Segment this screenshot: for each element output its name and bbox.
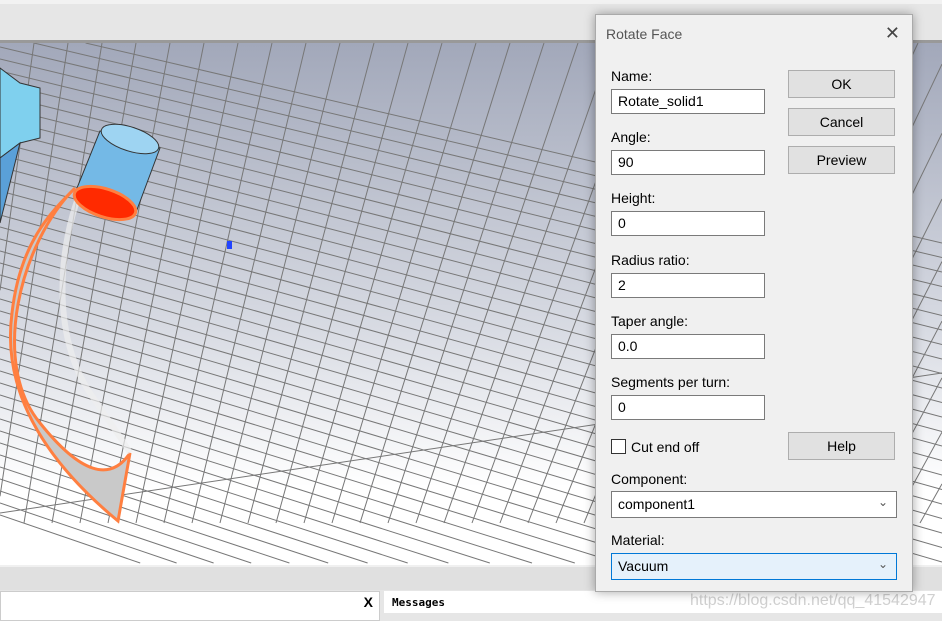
help-button[interactable]: Help [788, 432, 895, 460]
name-label: Name: [611, 68, 653, 84]
taper-angle-input[interactable]: 0.0 [611, 334, 765, 359]
height-input[interactable]: 0 [611, 211, 765, 236]
rotate-face-dialog: Rotate Face ✕ Name: Rotate_solid1 Angle:… [595, 14, 913, 592]
component-select[interactable]: component1 ⌄ [611, 491, 897, 518]
chevron-down-icon: ⌄ [877, 495, 888, 509]
messages-title: Messages [392, 596, 445, 609]
angle-label: Angle: [611, 129, 651, 145]
ok-button[interactable]: OK [788, 70, 895, 98]
taper-angle-label: Taper angle: [611, 313, 689, 329]
segments-input[interactable]: 0 [611, 395, 765, 420]
preview-button[interactable]: Preview [788, 146, 895, 174]
name-input[interactable]: Rotate_solid1 [611, 89, 765, 114]
component-label: Component: [611, 471, 688, 487]
axis-marker [227, 241, 232, 249]
dialog-title: Rotate Face [606, 26, 683, 42]
radius-ratio-input[interactable]: 2 [611, 273, 765, 298]
angle-input[interactable]: 90 [611, 150, 765, 175]
segments-label: Segments per turn: [611, 374, 731, 390]
material-select[interactable]: Vacuum ⌄ [611, 553, 897, 580]
height-label: Height: [611, 190, 656, 206]
material-value: Vacuum [618, 558, 669, 574]
left-panel: X [0, 591, 380, 621]
radius-ratio-label: Radius ratio: [611, 252, 690, 268]
cut-end-off-checkbox[interactable] [611, 439, 626, 454]
chevron-down-icon: ⌄ [877, 557, 888, 571]
cancel-button[interactable]: Cancel [788, 108, 895, 136]
component-value: component1 [618, 496, 696, 512]
watermark: https://blog.csdn.net/qq_41542947 [690, 592, 936, 609]
cut-end-off-label: Cut end off [631, 439, 700, 455]
close-icon[interactable]: ✕ [885, 23, 900, 44]
close-icon[interactable]: X [364, 594, 373, 610]
material-label: Material: [611, 532, 665, 548]
